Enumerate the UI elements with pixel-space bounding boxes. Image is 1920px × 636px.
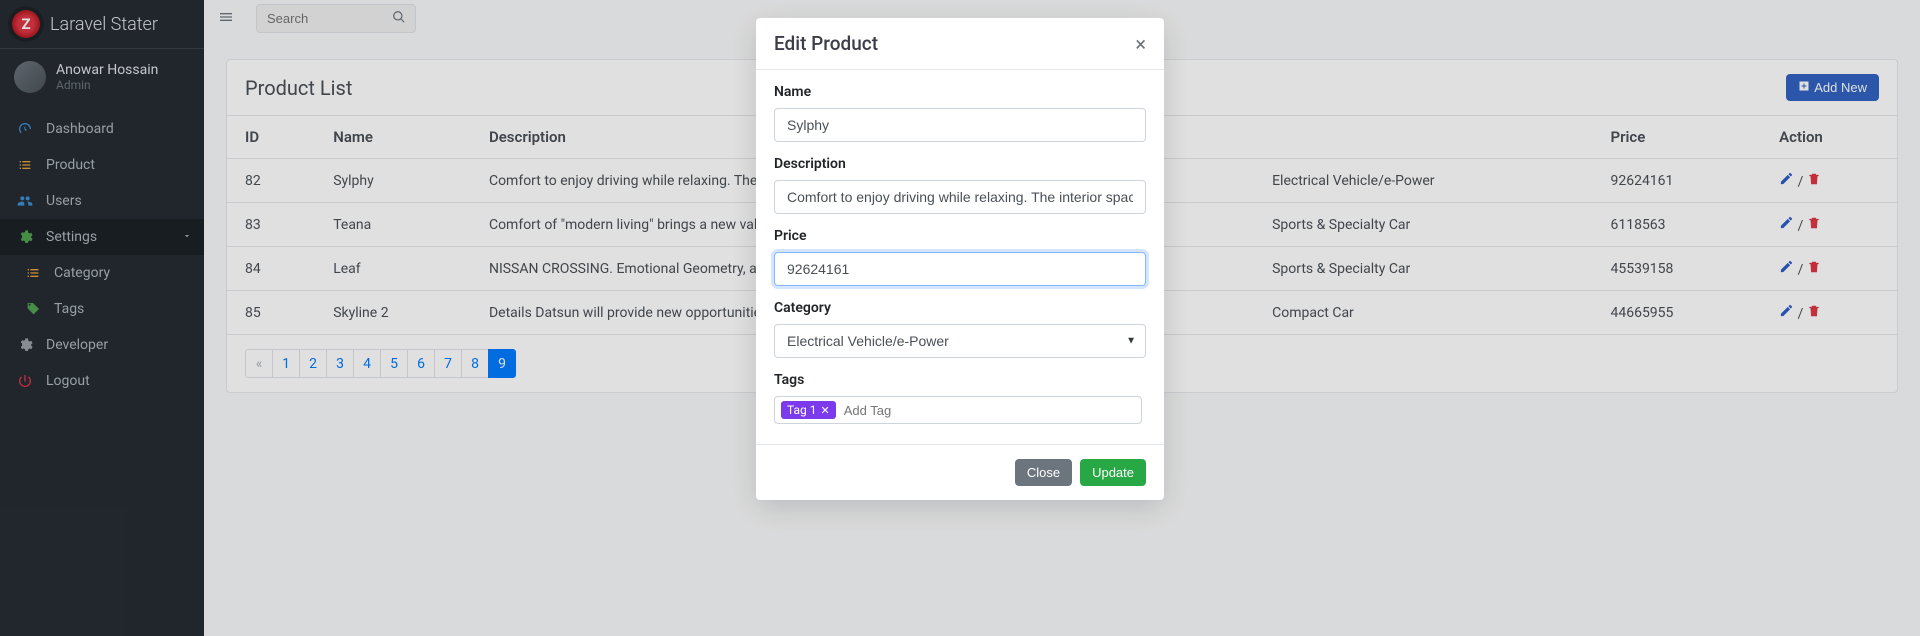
- label-name: Name: [774, 84, 1146, 100]
- edit-product-modal: Edit Product × Name Description Price Ca…: [756, 18, 1164, 500]
- modal-title: Edit Product: [774, 32, 878, 55]
- tag-add-field[interactable]: [844, 403, 1135, 418]
- tags-input[interactable]: Tag 1 ✕: [774, 396, 1142, 424]
- label-tags: Tags: [774, 372, 1146, 388]
- tag-remove-icon[interactable]: ✕: [820, 404, 829, 417]
- close-icon[interactable]: ×: [1135, 34, 1146, 54]
- update-button[interactable]: Update: [1080, 459, 1146, 486]
- description-field[interactable]: [774, 180, 1146, 214]
- name-field[interactable]: [774, 108, 1146, 142]
- label-desc: Description: [774, 156, 1146, 172]
- label-price: Price: [774, 228, 1146, 244]
- label-cat: Category: [774, 300, 1146, 316]
- price-field[interactable]: [774, 252, 1146, 286]
- tag-chip: Tag 1 ✕: [781, 401, 836, 419]
- category-select[interactable]: Electrical Vehicle/e-Power: [774, 324, 1146, 358]
- close-button[interactable]: Close: [1015, 459, 1072, 486]
- tag-chip-label: Tag 1: [787, 403, 816, 417]
